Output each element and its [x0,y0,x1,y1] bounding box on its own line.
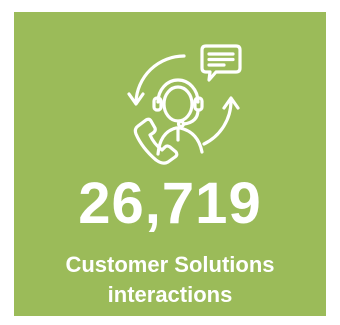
interaction-count: 26,719 [78,171,262,236]
stat-caption-line1: Customer Solutions [65,252,275,277]
customer-support-agent-icon [118,42,242,170]
stat-tile: 26,719 Customer Solutions interactions [14,12,326,316]
stat-caption-line2: interactions [107,282,233,307]
stat-caption: Customer Solutions interactions [14,250,326,310]
